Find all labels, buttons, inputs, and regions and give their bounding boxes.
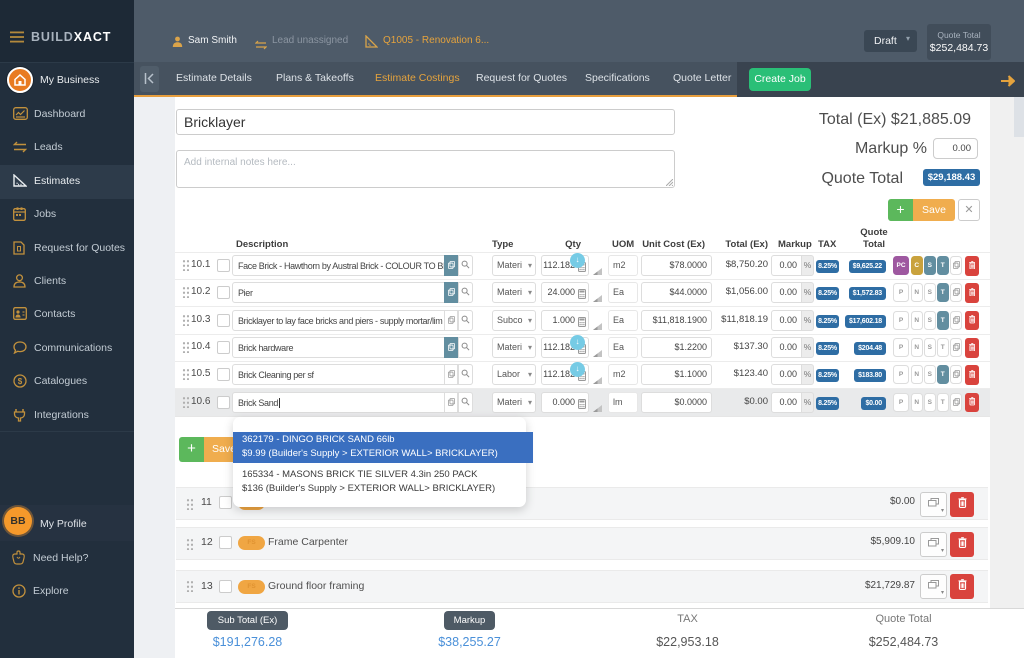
svg-text:$: $ [18, 377, 23, 386]
